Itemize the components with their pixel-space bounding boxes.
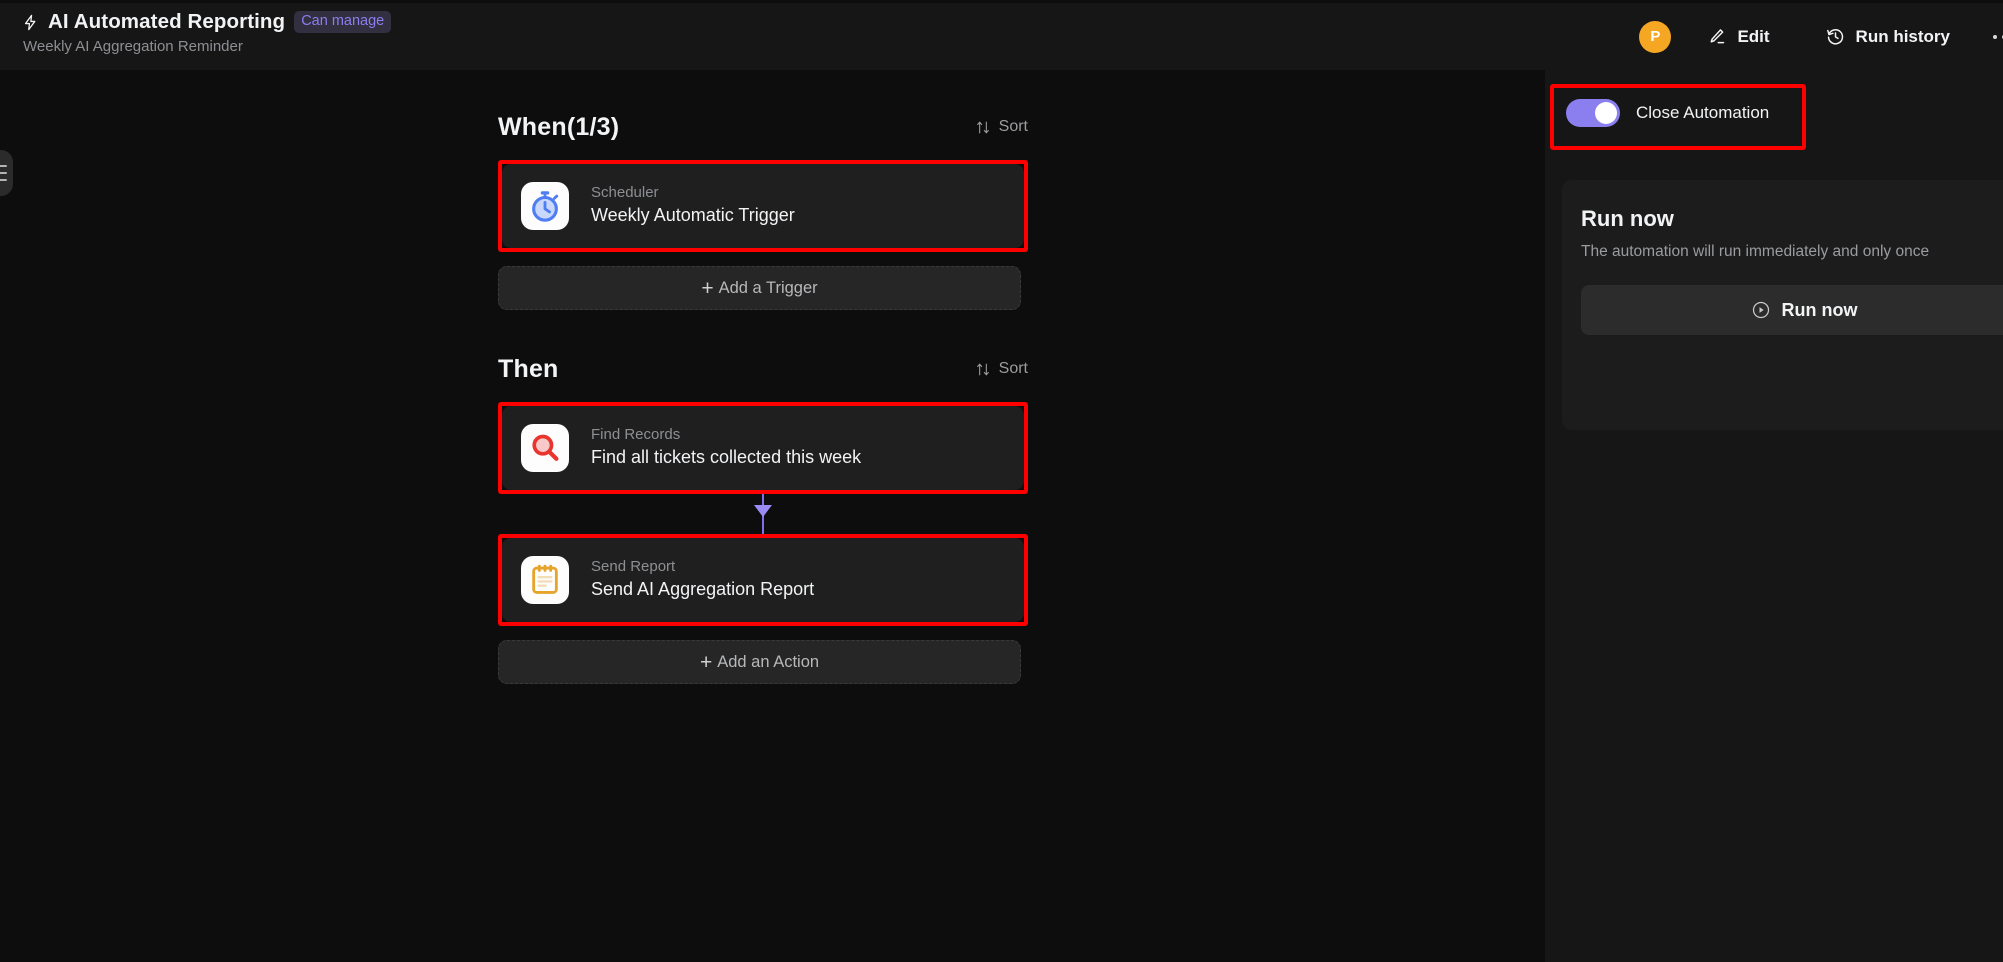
run-now-card: Run now The automation will run immediat… xyxy=(1562,180,2003,430)
handle-line xyxy=(0,172,7,174)
stopwatch-icon xyxy=(521,182,569,230)
close-automation-toggle[interactable]: Close Automation xyxy=(1566,99,1769,127)
run-history-button[interactable]: Run history xyxy=(1825,26,1950,47)
run-now-title: Run now xyxy=(1581,206,1674,231)
pencil-icon xyxy=(1706,26,1727,47)
title-row: AI Automated Reporting Can manage xyxy=(22,10,392,34)
run-history-button-label: Run history xyxy=(1855,26,1950,46)
edit-button[interactable]: Edit xyxy=(1706,26,1770,47)
action-card-kind: Find Records xyxy=(591,425,681,443)
bolt-icon xyxy=(22,12,39,33)
clipboard-icon xyxy=(521,556,569,604)
action-card-name: Send AI Aggregation Report xyxy=(591,579,815,600)
permission-badge: Can manage xyxy=(294,11,392,33)
flow-column: When(1/3) Sort Scheduler Weekly Automati… xyxy=(498,110,1028,684)
play-circle-icon xyxy=(1751,300,1771,320)
action-card-text: Find Records Find all tickets collected … xyxy=(591,425,862,469)
add-trigger-label: Add a Trigger xyxy=(718,278,818,297)
plus-icon: + xyxy=(699,650,713,674)
when-section-title: When(1/3) xyxy=(498,112,620,141)
avatar[interactable]: P xyxy=(1639,20,1672,53)
trigger-card-text: Scheduler Weekly Automatic Trigger xyxy=(591,183,795,227)
edit-button-label: Edit xyxy=(1737,26,1770,46)
toggle-switch[interactable] xyxy=(1566,99,1620,127)
toggle-knob xyxy=(1595,102,1617,124)
title-block: AI Automated Reporting Can manage Weekly… xyxy=(22,10,392,55)
trigger-card-scheduler[interactable]: Scheduler Weekly Automatic Trigger xyxy=(502,164,1024,248)
action-card-text: Send Report Send AI Aggregation Report xyxy=(591,557,815,601)
trigger-card-name: Weekly Automatic Trigger xyxy=(591,205,795,226)
action-card-name: Find all tickets collected this week xyxy=(591,447,862,468)
annotation-box-trigger: Scheduler Weekly Automatic Trigger xyxy=(498,160,1028,252)
history-icon xyxy=(1825,26,1846,47)
when-sort-label: Sort xyxy=(998,118,1028,135)
run-now-button-label: Run now xyxy=(1781,299,1858,320)
then-sort-button[interactable]: Sort xyxy=(975,360,1028,378)
then-section-title: Then xyxy=(498,354,559,383)
dot xyxy=(1993,34,1997,39)
flow-connector xyxy=(498,494,1028,534)
top-bar: AI Automated Reporting Can manage Weekly… xyxy=(0,3,2003,70)
close-automation-label: Close Automation xyxy=(1636,103,1770,122)
action-card-find-records[interactable]: Find Records Find all tickets collected … xyxy=(502,406,1024,490)
sort-icon xyxy=(975,361,991,378)
sort-icon xyxy=(975,119,991,136)
more-options-icon[interactable] xyxy=(1993,34,2003,39)
connector-arrow-icon xyxy=(754,505,772,517)
sidebar-drag-handle[interactable] xyxy=(0,150,13,196)
add-action-button[interactable]: + Add an Action xyxy=(498,640,1021,684)
top-bar-actions: P Edit Run history xyxy=(1639,3,2003,70)
annotation-box-action-2: Send Report Send AI Aggregation Report xyxy=(498,534,1028,626)
then-section-header: Then Sort xyxy=(498,352,1028,386)
add-action-label: Add an Action xyxy=(717,652,820,671)
then-sort-label: Sort xyxy=(998,360,1028,377)
magnifier-icon xyxy=(521,424,569,472)
page-title: AI Automated Reporting xyxy=(48,10,286,33)
when-sort-button[interactable]: Sort xyxy=(975,118,1028,136)
run-now-button[interactable]: Run now xyxy=(1581,285,2003,335)
page-subtitle: Weekly AI Aggregation Reminder xyxy=(23,38,243,55)
when-section-header: When(1/3) Sort xyxy=(498,110,1028,144)
automation-canvas: When(1/3) Sort Scheduler Weekly Automati… xyxy=(0,70,2003,962)
action-card-kind: Send Report xyxy=(591,557,676,575)
annotation-box-action-1: Find Records Find all tickets collected … xyxy=(498,402,1028,494)
plus-icon: + xyxy=(701,276,714,300)
action-card-send-report[interactable]: Send Report Send AI Aggregation Report xyxy=(502,538,1024,622)
right-panel: Close Automation Run now The automation … xyxy=(1545,70,2003,962)
run-now-description: The automation will run immediately and … xyxy=(1581,243,1930,260)
trigger-card-kind: Scheduler xyxy=(591,183,659,201)
handle-line xyxy=(0,165,7,167)
add-trigger-button[interactable]: + Add a Trigger xyxy=(498,266,1021,310)
handle-line xyxy=(0,179,7,181)
